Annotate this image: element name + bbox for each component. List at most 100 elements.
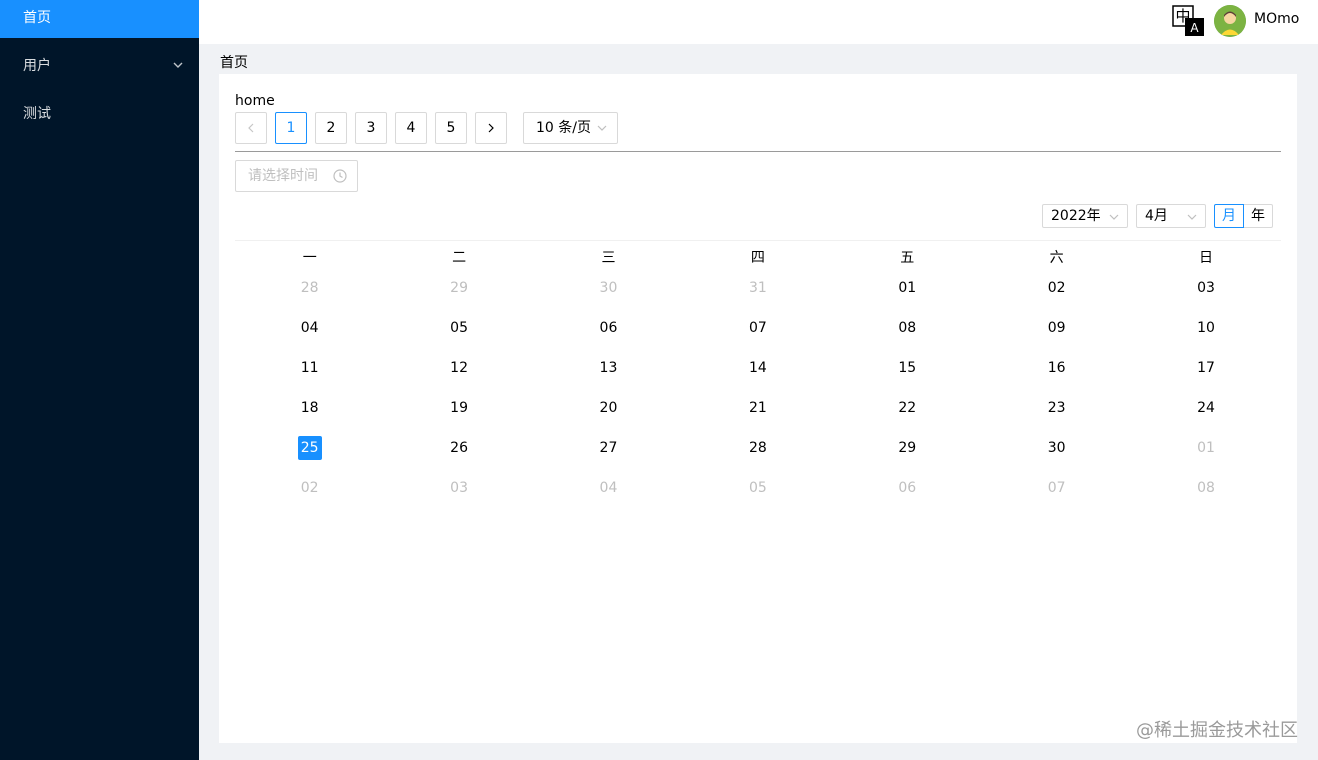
sidebar-item-label: 用户 [23,58,51,74]
calendar-day-cell[interactable]: 19 [384,396,533,436]
page-size-select[interactable]: 10 条/页 [523,112,618,144]
calendar-divider [235,240,1281,241]
calendar-day-cell[interactable]: 07 [982,476,1131,516]
calendar-day-cell[interactable]: 11 [235,356,384,396]
calendar-day-cell[interactable]: 03 [1131,276,1280,316]
watermark: @稀土掘金技术社区 [1136,720,1298,741]
calendar-day-number: 08 [898,320,917,336]
calendar-week-row: 04 05 06 07 08 09 10 [235,316,1281,356]
calendar-day-cell[interactable]: 27 [534,436,683,476]
calendar-day-cell[interactable]: 22 [833,396,982,436]
calendar-day-number: 04 [599,480,618,496]
weekday-label: 三 [601,250,616,266]
calendar-day-cell[interactable]: 07 [683,316,832,356]
calendar-day-cell[interactable]: 30 [982,436,1131,476]
calendar-day-cell[interactable]: 03 [384,476,533,516]
year-value: 2022年 [1051,208,1101,224]
calendar-day-number: 07 [1047,480,1066,496]
prev-page-button[interactable] [235,112,267,144]
calendar-day-cell[interactable]: 05 [384,316,533,356]
calendar-day-cell[interactable]: 29 [833,436,982,476]
calendar-day-cell[interactable]: 08 [1131,476,1280,516]
calendar-day-cell[interactable]: 24 [1131,396,1280,436]
calendar-day-number: 14 [748,360,767,376]
sidebar-item-users[interactable]: 用户 [0,46,199,86]
calendar-day-cell[interactable]: 02 [235,476,384,516]
calendar-day-cell[interactable]: 23 [982,396,1131,436]
translate-icon[interactable]: 中 A [1172,5,1206,37]
weekday-label: 五 [900,250,915,266]
calendar-day-cell[interactable]: 06 [534,316,683,356]
calendar-day-cell[interactable]: 01 [833,276,982,316]
divider [235,151,1281,152]
calendar-day-cell[interactable]: 09 [982,316,1131,356]
mode-year-button[interactable]: 年 [1243,204,1273,228]
calendar-day-cell[interactable]: 04 [235,316,384,356]
calendar-day-number: 08 [1197,480,1215,496]
calendar-day-cell[interactable]: 05 [683,476,832,516]
calendar-day-cell[interactable]: 17 [1131,356,1280,396]
top-header: 中 A MOmo [199,0,1318,44]
calendar-day-cell[interactable]: 02 [982,276,1131,316]
page-button-1[interactable]: 1 [275,112,307,144]
calendar-day-number: 03 [450,480,468,496]
main-content: home 1 2 3 4 5 10 条/页 请选择时间 2022年 4月 月 年… [219,74,1297,743]
calendar-week-row: 11 12 13 14 15 16 17 [235,356,1281,396]
mode-month-button[interactable]: 月 [1214,204,1244,228]
chevron-down-icon [173,62,183,68]
calendar-day-cell[interactable]: 12 [384,356,533,396]
calendar-week-row: 02 03 04 05 06 07 08 [235,476,1281,516]
page-size-value: 10 条/页 [536,120,591,136]
calendar-day-number: 03 [1197,280,1215,296]
calendar-day-number: 19 [450,400,468,416]
calendar-day-cell[interactable]: 14 [683,356,832,396]
calendar-day-cell[interactable]: 13 [534,356,683,396]
chevron-down-icon [1109,214,1119,220]
calendar-day-cell[interactable]: 20 [534,396,683,436]
page-button-3[interactable]: 3 [355,112,387,144]
page-title: home [235,93,275,109]
next-page-button[interactable] [475,112,507,144]
calendar-day-number: 21 [748,400,767,416]
calendar-day-cell[interactable]: 10 [1131,316,1280,356]
calendar-grid: 一 二 三 四 五 六 日 28 29 30 31 01 02 03 04 05 06 07 08 09… [235,246,1281,516]
calendar-day-cell[interactable]: 08 [833,316,982,356]
calendar-day-cell[interactable]: 30 [534,276,683,316]
calendar-day-cell[interactable]: 06 [833,476,982,516]
calendar-day-cell[interactable]: 31 [683,276,832,316]
month-select[interactable]: 4月 [1136,204,1206,228]
sidebar-item-home[interactable]: 首页 [0,0,199,38]
calendar-day-cell[interactable]: 18 [235,396,384,436]
page-button-5[interactable]: 5 [435,112,467,144]
year-select[interactable]: 2022年 [1042,204,1128,228]
calendar-day-cell[interactable]: 29 [384,276,533,316]
time-picker-input[interactable]: 请选择时间 [235,160,358,192]
calendar-day-cell[interactable]: 26 [384,436,533,476]
calendar-day-number: 07 [748,320,767,336]
page-button-4[interactable]: 4 [395,112,427,144]
calendar-day-number: 29 [450,280,468,296]
calendar-day-number: 01 [1197,440,1215,456]
calendar-day-cell[interactable]: 28 [235,276,384,316]
chevron-right-icon [488,123,494,133]
calendar-day-number: 05 [450,320,468,336]
username[interactable]: MOmo [1254,11,1299,27]
calendar-day-cell[interactable]: 16 [982,356,1131,396]
calendar-day-cell[interactable]: 15 [833,356,982,396]
calendar-day-cell[interactable]: 01 [1131,436,1280,476]
weekday-label: 一 [302,250,317,266]
page-button-2[interactable]: 2 [315,112,347,144]
calendar-day-number: 26 [450,440,468,456]
clock-icon [333,169,347,183]
calendar-day-cell[interactable]: 21 [683,396,832,436]
calendar-day-number: 18 [300,400,319,416]
calendar-day-cell[interactable]: 25 [235,436,384,476]
calendar-day-number: 28 [300,280,319,296]
user-avatar-icon [1214,5,1246,37]
calendar-day-number: 22 [898,400,917,416]
avatar[interactable] [1214,5,1246,37]
calendar-day-cell[interactable]: 04 [534,476,683,516]
calendar-day-cell[interactable]: 28 [683,436,832,476]
calendar-day-number: 28 [748,440,767,456]
sidebar-item-test[interactable]: 测试 [0,94,199,134]
